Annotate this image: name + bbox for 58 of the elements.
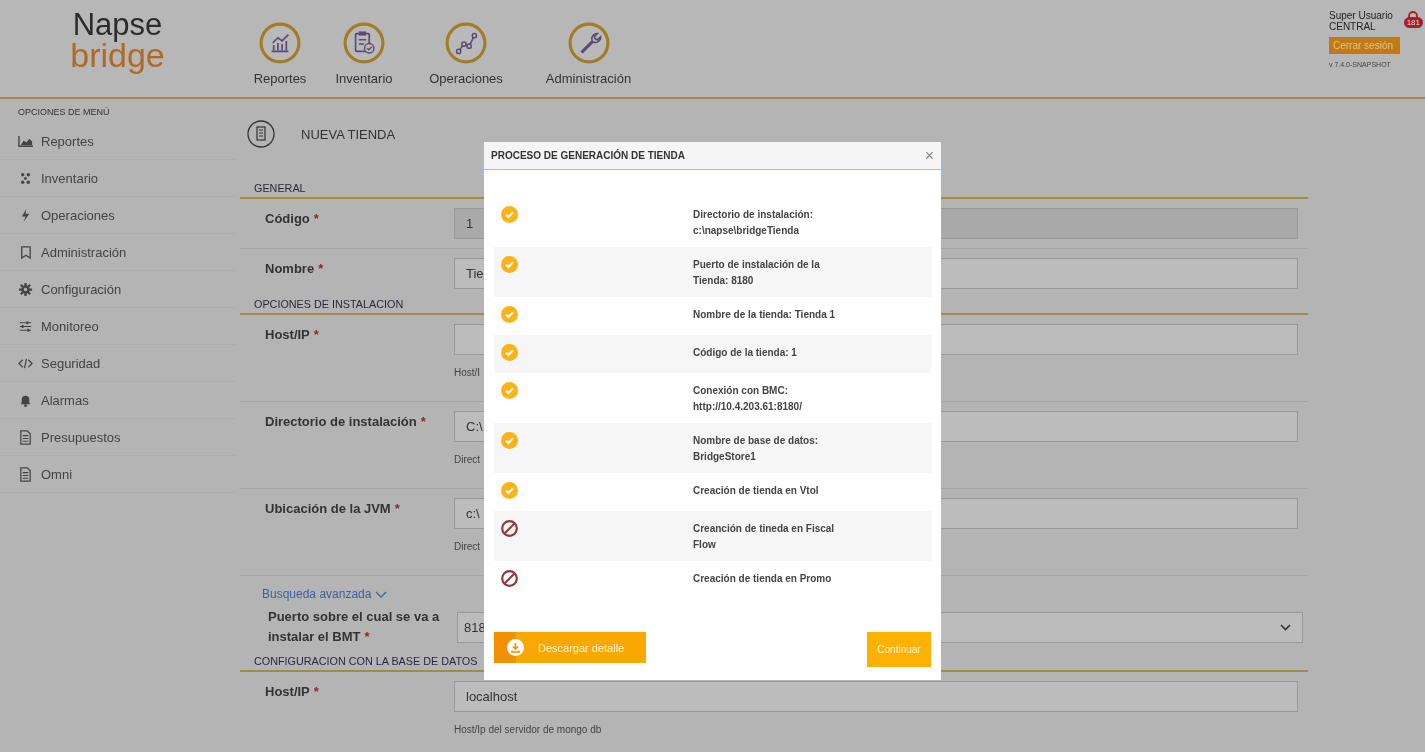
sidebar-item[interactable]: Reportes — [41, 133, 94, 149]
page-title: NUEVA TIENDA — [301, 126, 396, 142]
sidebar-item[interactable]: Operaciones — [41, 207, 115, 223]
building-icon — [247, 120, 275, 148]
field-label: Host/IP * — [265, 683, 320, 701]
step-text: Creación de tienda en Promo — [693, 572, 833, 586]
chart-icon[interactable] — [259, 22, 301, 64]
sidebar-item[interactable]: Seguridad — [41, 355, 101, 371]
field-label: Host/IP * — [265, 326, 320, 344]
field-label: Nombre * — [265, 260, 325, 278]
sliders-icon — [18, 318, 33, 334]
field-label: Puerto sobre el cual se va a instalar el BMT * — [267, 608, 441, 646]
notification-badge: 181 — [1403, 17, 1423, 28]
sidebar-item[interactable]: Alarmas — [41, 392, 89, 408]
dots-icon — [18, 170, 33, 186]
step-text: Creanción de tineda en Fiscal Flow — [693, 522, 836, 552]
close-button[interactable]: × — [924, 147, 934, 164]
wrench-icon[interactable] — [567, 22, 610, 64]
user-name: Super Usuario — [1329, 10, 1394, 21]
sidebar-item[interactable]: Monitoreo — [41, 318, 99, 334]
step-text: Directorio de instalación: c:\napse\bridgeTienda — [693, 208, 815, 238]
step-text: Nombre de base de datos: BridgeStore1 — [693, 434, 820, 464]
nodes-icon[interactable] — [445, 22, 487, 64]
help-text: Host/Ip del servidor de mongo db — [454, 724, 602, 735]
field-label: Ubicación de la JVM * — [265, 500, 401, 518]
chevron-down-icon — [375, 590, 388, 598]
user-org: CENTRAL — [1329, 21, 1377, 32]
step-text: Creación de tienda en Vtol — [693, 484, 820, 498]
document-icon — [18, 466, 33, 482]
chevron-down-icon — [1280, 624, 1291, 631]
sidebar-item[interactable]: Presupuestos — [41, 429, 121, 445]
sidebar-item[interactable]: Administración — [41, 244, 127, 260]
sidebar-title: OPCIONES DE MENÚ — [17, 107, 111, 117]
sidebar-item[interactable]: Configuración — [41, 281, 122, 297]
gear-icon — [18, 281, 33, 297]
nav-label[interactable]: Reportes — [253, 71, 307, 86]
help-text: Host/I — [454, 367, 481, 378]
field-label: Código * — [265, 210, 320, 228]
help-text: Direct — [454, 454, 481, 465]
sidebar-item[interactable]: Inventario — [41, 170, 99, 186]
document-icon — [18, 429, 33, 445]
download-icon — [507, 639, 524, 656]
logo: Napse bridge — [69, 6, 166, 72]
nav-label[interactable]: Inventario — [335, 71, 393, 86]
text-field[interactable]: localhost — [454, 681, 1298, 712]
sidebar-item[interactable]: Omni — [41, 466, 73, 482]
nav-label[interactable]: Administración — [545, 71, 632, 86]
clipboard-icon[interactable] — [343, 22, 385, 64]
advanced-search-link[interactable]: Busqueda avanzada — [262, 587, 388, 601]
help-text: Direct — [454, 541, 481, 552]
dialog-title: PROCESO DE GENERACIÓN DE TIENDA — [491, 150, 685, 161]
step-text: Puerto de instalación de la Tienda: 8180 — [693, 258, 821, 288]
step-text: Conexión con BMC: http://10.4.203.61:8180/ — [693, 384, 803, 414]
field-label: Directorio de instalación * — [265, 413, 427, 431]
step-text: Código de la tienda: 1 — [693, 346, 798, 360]
nav-label[interactable]: Operaciones — [429, 71, 503, 86]
chart-icon — [18, 133, 33, 149]
bookmark-icon — [18, 244, 33, 260]
